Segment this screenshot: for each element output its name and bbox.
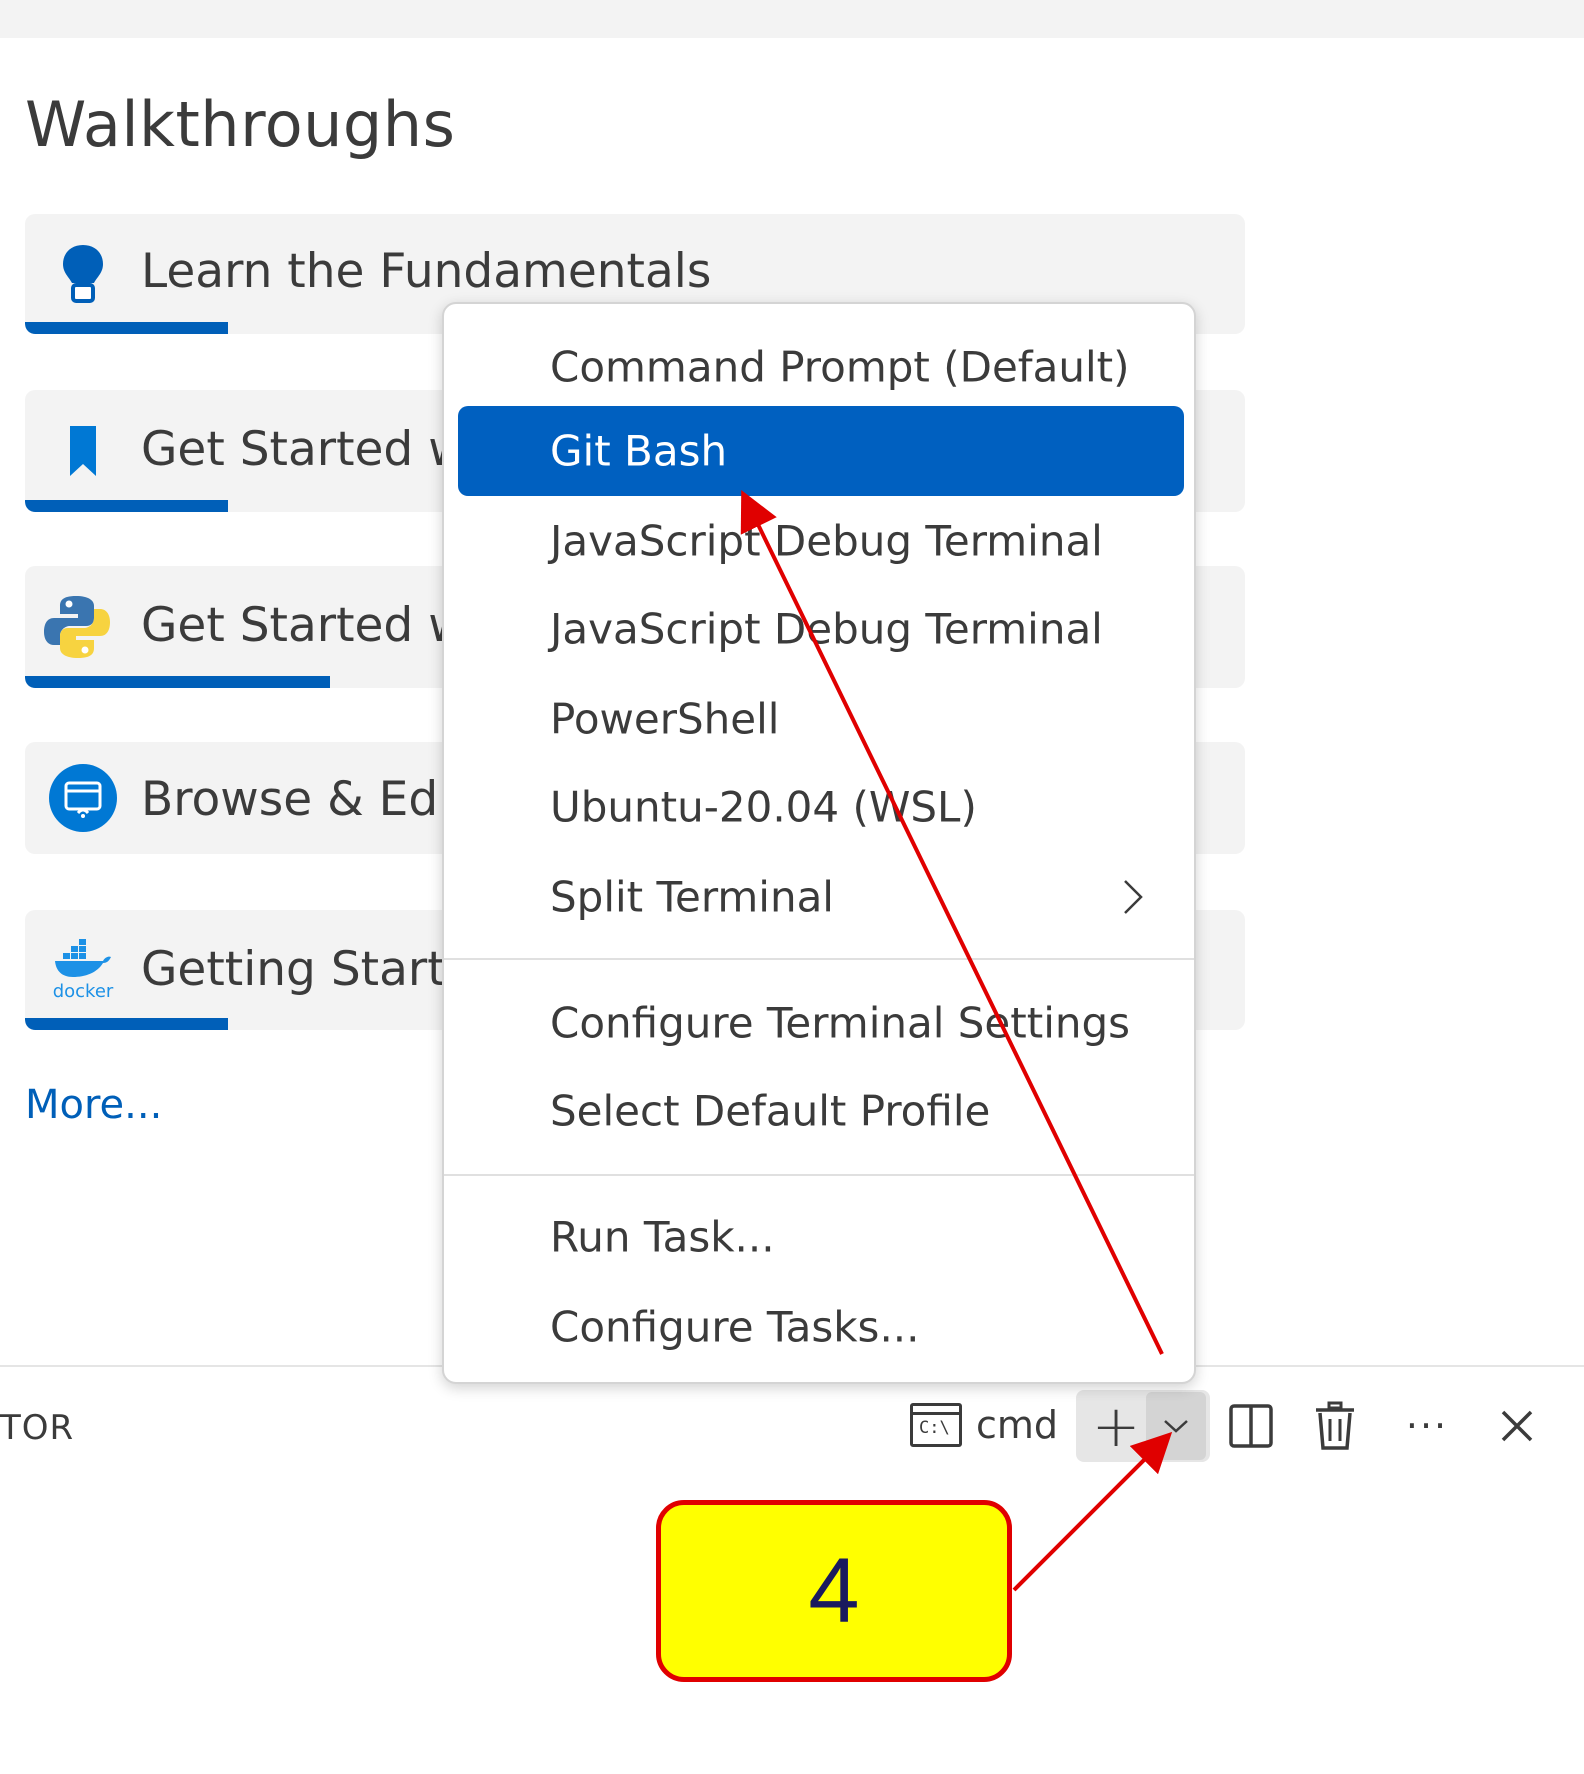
step-number: 4	[808, 1539, 860, 1642]
close-icon	[1501, 1410, 1533, 1442]
walkthroughs-heading: Walkthroughs	[25, 88, 456, 161]
card-progress-bar	[25, 1018, 228, 1030]
card-title: Get Started w	[141, 422, 467, 477]
new-terminal-button[interactable]: +	[1086, 1392, 1146, 1460]
chevron-right-icon	[1124, 880, 1143, 914]
terminal-profile-menu: Command Prompt (Default) Git Bash JavaSc…	[442, 302, 1196, 1384]
python-icon	[41, 566, 113, 688]
terminal-tab-cmd[interactable]: C:\ cmd	[910, 1400, 1058, 1450]
lightbulb-icon	[47, 214, 119, 334]
terminal-name: cmd	[976, 1403, 1059, 1447]
split-icon	[1229, 1404, 1273, 1448]
menu-item-js-debug-terminal-2[interactable]: JavaScript Debug Terminal	[458, 584, 1184, 674]
step-callout: 4	[656, 1500, 1012, 1682]
terminal-icon: C:\	[910, 1403, 962, 1447]
menu-item-powershell[interactable]: PowerShell	[458, 674, 1184, 764]
docker-icon: docker	[47, 910, 119, 1030]
more-actions-button[interactable]: ···	[1398, 1398, 1456, 1454]
docker-logo-text: docker	[52, 980, 114, 1002]
chevron-down-icon	[1164, 1420, 1188, 1433]
card-title: Getting Starte	[141, 942, 475, 997]
card-progress-bar	[25, 322, 228, 334]
menu-item-git-bash[interactable]: Git Bash	[458, 406, 1184, 496]
card-progress-bar	[25, 676, 330, 688]
card-title: Learn the Fundamentals	[141, 244, 712, 299]
more-walkthroughs-link[interactable]: More...	[25, 1082, 162, 1128]
menu-item-js-debug-terminal-1[interactable]: JavaScript Debug Terminal	[458, 496, 1184, 586]
split-terminal-button[interactable]	[1222, 1398, 1280, 1454]
card-title: Get Started w	[141, 598, 467, 653]
launch-profile-dropdown-button[interactable]	[1146, 1392, 1206, 1460]
trash-icon	[1316, 1401, 1354, 1450]
panel-tab-label[interactable]: TOR	[0, 1408, 74, 1448]
card-progress-bar	[25, 500, 228, 512]
menu-item-run-task[interactable]: Run Task...	[458, 1192, 1184, 1282]
top-bar	[0, 0, 1584, 38]
menu-item-command-prompt[interactable]: Command Prompt (Default)	[458, 322, 1184, 412]
card-title: Browse & Edit	[141, 772, 470, 827]
menu-item-configure-tasks[interactable]: Configure Tasks...	[458, 1282, 1184, 1372]
menu-item-ubuntu-wsl[interactable]: Ubuntu-20.04 (WSL)	[458, 762, 1184, 852]
remote-explorer-icon	[47, 742, 119, 854]
menu-item-split-terminal[interactable]: Split Terminal	[458, 852, 1184, 942]
kill-terminal-button[interactable]	[1306, 1398, 1364, 1454]
menu-separator	[444, 1174, 1194, 1176]
arrow-to-dropdown-button	[1012, 1431, 1173, 1592]
bookmark-icon	[47, 390, 119, 512]
menu-item-configure-terminal-settings[interactable]: Configure Terminal Settings	[458, 978, 1184, 1068]
menu-separator	[444, 958, 1194, 960]
close-panel-button[interactable]	[1488, 1398, 1546, 1454]
new-terminal-group: +	[1076, 1390, 1210, 1462]
menu-item-select-default-profile[interactable]: Select Default Profile	[458, 1066, 1184, 1156]
